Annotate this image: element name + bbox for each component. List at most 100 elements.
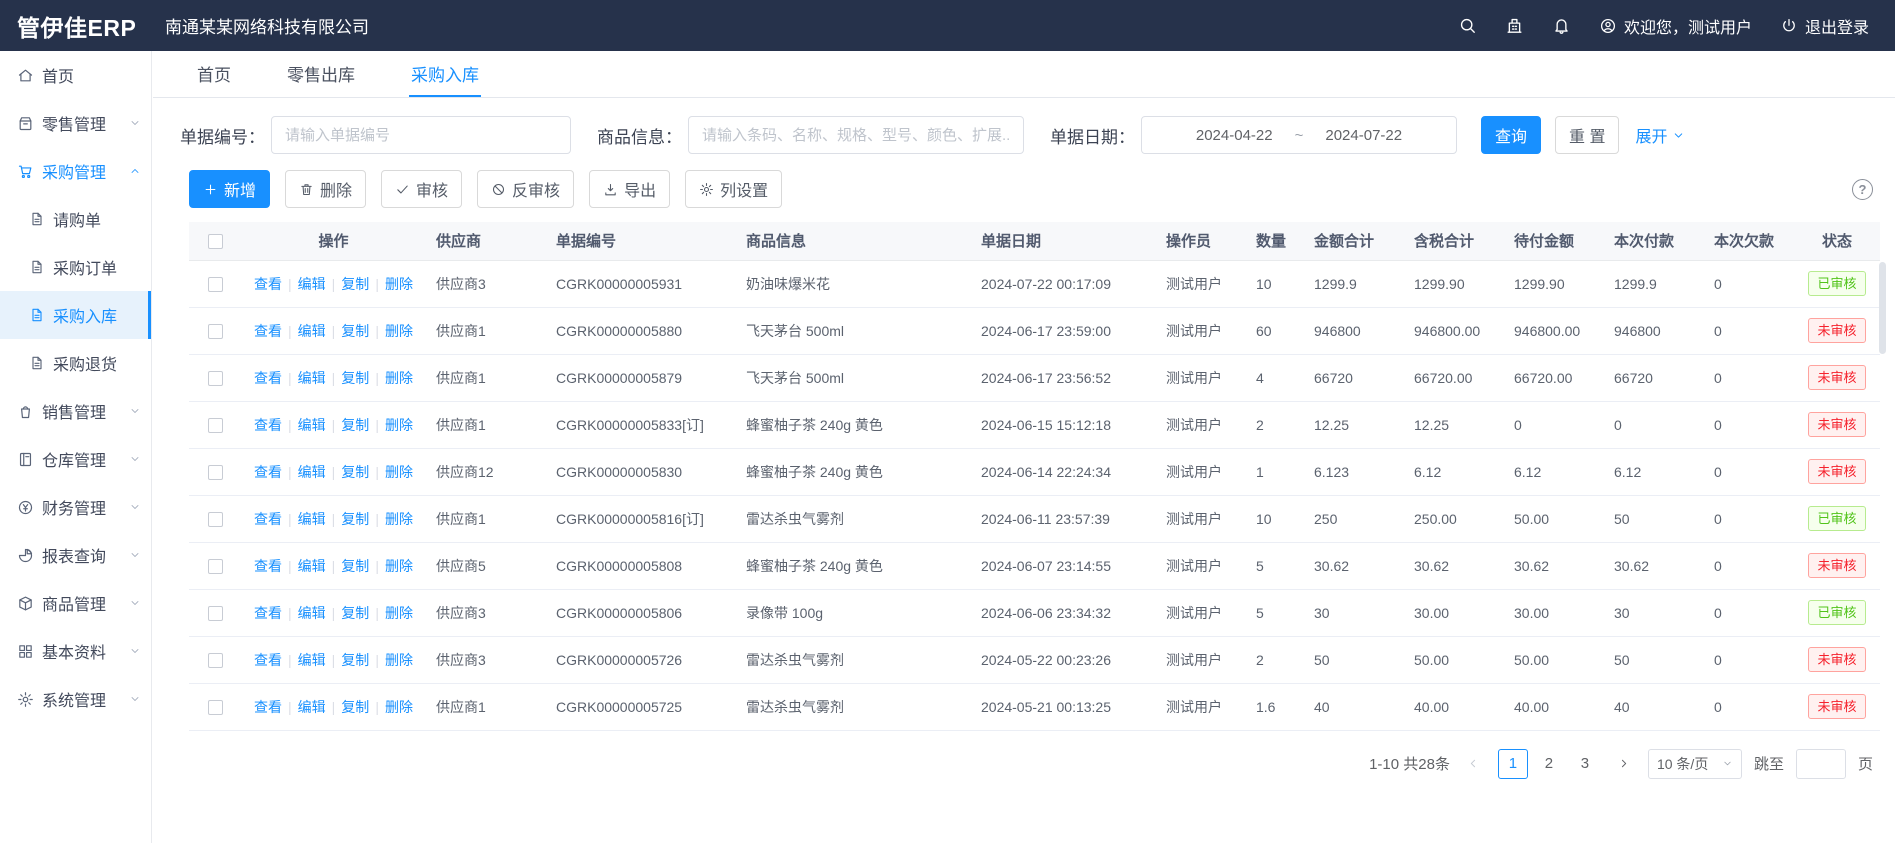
sidebar-item-warehouse[interactable]: 仓库管理: [0, 435, 151, 483]
view-link[interactable]: 查看: [254, 511, 282, 527]
row-checkbox[interactable]: [208, 606, 223, 621]
logout-button[interactable]: 退出登录: [1780, 14, 1869, 38]
user-circle-icon: [1599, 17, 1617, 35]
unaudit-button[interactable]: 反审核: [477, 170, 574, 208]
date-from-value[interactable]: 2024-04-22: [1196, 127, 1273, 144]
view-link[interactable]: 查看: [254, 699, 282, 715]
row-checkbox[interactable]: [208, 512, 223, 527]
sidebar-item-retail[interactable]: 零售管理: [0, 99, 151, 147]
copy-link[interactable]: 复制: [341, 323, 369, 339]
view-link[interactable]: 查看: [254, 464, 282, 480]
edit-link[interactable]: 编辑: [298, 464, 326, 480]
delete-link[interactable]: 删除: [385, 511, 413, 527]
sidebar-item-system[interactable]: 系统管理: [0, 675, 151, 723]
copy-link[interactable]: 复制: [341, 464, 369, 480]
edit-link[interactable]: 编辑: [298, 276, 326, 292]
date-range-picker[interactable]: 2024-04-22 ~ 2024-07-22: [1141, 116, 1457, 154]
date-to-value[interactable]: 2024-07-22: [1325, 127, 1402, 144]
edit-link[interactable]: 编辑: [298, 605, 326, 621]
view-link[interactable]: 查看: [254, 417, 282, 433]
page-button-2[interactable]: 2: [1534, 749, 1564, 779]
organization-icon[interactable]: [1505, 16, 1524, 35]
edit-link[interactable]: 编辑: [298, 558, 326, 574]
delete-link[interactable]: 删除: [385, 370, 413, 386]
edit-link[interactable]: 编辑: [298, 417, 326, 433]
view-link[interactable]: 查看: [254, 652, 282, 668]
row-checkbox[interactable]: [208, 700, 223, 715]
page-button-3[interactable]: 3: [1570, 749, 1600, 779]
next-page-button[interactable]: [1612, 749, 1636, 779]
page-size-select[interactable]: 10 条/页: [1648, 749, 1742, 779]
edit-link[interactable]: 编辑: [298, 323, 326, 339]
delete-link[interactable]: 删除: [385, 558, 413, 574]
delete-link[interactable]: 删除: [385, 323, 413, 339]
copy-link[interactable]: 复制: [341, 699, 369, 715]
sidebar-item-purchase-return[interactable]: 采购退货: [0, 339, 151, 387]
page-button-1[interactable]: 1: [1498, 749, 1528, 779]
tab-home[interactable]: 首页: [195, 51, 233, 97]
delete-button[interactable]: 删除: [285, 170, 366, 208]
row-checkbox[interactable]: [208, 418, 223, 433]
row-checkbox[interactable]: [208, 559, 223, 574]
sidebar-item-sales[interactable]: 销售管理: [0, 387, 151, 435]
edit-link[interactable]: 编辑: [298, 370, 326, 386]
delete-link[interactable]: 删除: [385, 464, 413, 480]
edit-link[interactable]: 编辑: [298, 652, 326, 668]
edit-link[interactable]: 编辑: [298, 511, 326, 527]
copy-link[interactable]: 复制: [341, 605, 369, 621]
link-separator: |: [332, 323, 336, 339]
row-checkbox[interactable]: [208, 324, 223, 339]
delete-link[interactable]: 删除: [385, 699, 413, 715]
delete-link[interactable]: 删除: [385, 417, 413, 433]
expand-link[interactable]: 展开: [1635, 123, 1685, 147]
view-link[interactable]: 查看: [254, 276, 282, 292]
search-icon[interactable]: [1458, 16, 1477, 35]
row-checkbox[interactable]: [208, 465, 223, 480]
date-separator: ~: [1295, 127, 1304, 144]
column-settings-button[interactable]: 列设置: [685, 170, 782, 208]
export-button[interactable]: 导出: [589, 170, 670, 208]
row-checkbox[interactable]: [208, 371, 223, 386]
edit-link[interactable]: 编辑: [298, 699, 326, 715]
sidebar-item-purchase-inbound[interactable]: 采购入库: [0, 291, 151, 339]
welcome-user[interactable]: 欢迎您，测试用户: [1599, 14, 1752, 38]
copy-link[interactable]: 复制: [341, 652, 369, 668]
view-link[interactable]: 查看: [254, 323, 282, 339]
delete-link[interactable]: 删除: [385, 605, 413, 621]
prev-page-button[interactable]: [1462, 749, 1486, 779]
vertical-scrollbar[interactable]: [1879, 262, 1886, 354]
bill-no-input[interactable]: [271, 116, 571, 154]
sidebar-item-home[interactable]: 首页: [0, 51, 151, 99]
view-link[interactable]: 查看: [254, 605, 282, 621]
select-all-checkbox[interactable]: [208, 234, 223, 249]
view-link[interactable]: 查看: [254, 558, 282, 574]
tab-retail-outbound[interactable]: 零售出库: [285, 51, 357, 97]
sidebar-item-purchase[interactable]: 采购管理: [0, 147, 151, 195]
delete-link[interactable]: 删除: [385, 276, 413, 292]
jump-page-input[interactable]: [1796, 749, 1846, 779]
view-link[interactable]: 查看: [254, 370, 282, 386]
search-button[interactable]: 查询: [1481, 116, 1541, 154]
copy-link[interactable]: 复制: [341, 417, 369, 433]
audit-button[interactable]: 审核: [381, 170, 462, 208]
tab-purchase-inbound[interactable]: 采购入库: [409, 51, 481, 97]
delete-link[interactable]: 删除: [385, 652, 413, 668]
goods-info-input[interactable]: [688, 116, 1024, 154]
add-button[interactable]: 新增: [189, 170, 270, 208]
copy-link[interactable]: 复制: [341, 370, 369, 386]
row-checkbox[interactable]: [208, 653, 223, 668]
sidebar-item-goods[interactable]: 商品管理: [0, 579, 151, 627]
cell-status: 已审核: [1794, 260, 1880, 307]
copy-link[interactable]: 复制: [341, 276, 369, 292]
copy-link[interactable]: 复制: [341, 511, 369, 527]
sidebar-item-report[interactable]: 报表查询: [0, 531, 151, 579]
copy-link[interactable]: 复制: [341, 558, 369, 574]
row-checkbox[interactable]: [208, 277, 223, 292]
help-icon[interactable]: ?: [1852, 179, 1873, 200]
sidebar-item-finance[interactable]: 财务管理: [0, 483, 151, 531]
sidebar-item-purchase-request[interactable]: 请购单: [0, 195, 151, 243]
sidebar-item-basedata[interactable]: 基本资料: [0, 627, 151, 675]
notification-bell-icon[interactable]: [1552, 16, 1571, 35]
sidebar-item-purchase-order[interactable]: 采购订单: [0, 243, 151, 291]
reset-button[interactable]: 重 置: [1555, 116, 1619, 154]
